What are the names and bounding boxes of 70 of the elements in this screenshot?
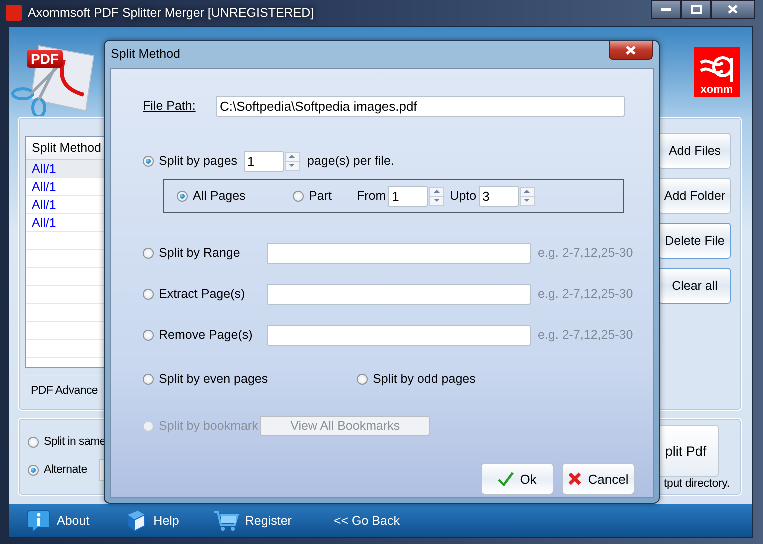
output-note: tput directory. <box>664 478 731 490</box>
field-label: File Path: <box>143 99 197 113</box>
action-button[interactable]: Add Files <box>659 133 731 169</box>
upto-field[interactable]: 3 <box>478 186 519 206</box>
table-cell[interactable]: All/1 <box>26 198 92 212</box>
cross-icon <box>568 472 582 486</box>
page-range-field[interactable] <box>267 284 531 304</box>
radio-label: All Pages <box>193 189 247 203</box>
footer-button[interactable]: Help <box>124 508 180 532</box>
radio-label: Split by odd pages <box>373 372 476 386</box>
radio-button[interactable] <box>143 374 154 384</box>
cart-icon <box>213 508 240 532</box>
footer-button[interactable]: About <box>27 508 90 532</box>
close-icon <box>625 46 637 54</box>
footer-button[interactable]: Register <box>213 508 292 532</box>
radio-label: Part <box>309 189 333 203</box>
radio-label: Split by even pages <box>159 372 270 386</box>
spin-buttons[interactable] <box>520 186 535 206</box>
radio-button[interactable] <box>28 436 39 448</box>
brand-logo: xomm <box>694 47 740 97</box>
action-button[interactable]: Delete File <box>659 223 731 259</box>
app-icon <box>6 5 22 21</box>
action-button[interactable]: Add Folder <box>659 178 731 214</box>
table-cell[interactable]: All/1 <box>26 162 92 176</box>
suffix-label: page(s) per file. <box>308 154 394 168</box>
ok-button[interactable]: Ok <box>481 463 554 495</box>
upto-label: Upto <box>450 189 477 203</box>
maximize-icon <box>690 5 702 14</box>
radio-label: Split by pages <box>159 154 238 168</box>
radio-button[interactable] <box>293 190 304 202</box>
page-range-field[interactable] <box>267 242 531 264</box>
radio-button[interactable] <box>177 190 188 202</box>
back-link[interactable]: << Go Back <box>334 514 400 528</box>
radio-button[interactable] <box>143 330 154 340</box>
example-hint: e.g. 2-7,12,25-30 <box>538 246 634 260</box>
radio-button[interactable] <box>357 374 368 384</box>
window-title: Axommsoft PDF Splitter Merger [UNREGISTERED] <box>28 6 316 20</box>
table-cell[interactable]: All/1 <box>26 180 92 194</box>
radio-button[interactable] <box>143 156 154 166</box>
radio-button[interactable] <box>143 288 154 300</box>
minimize-button[interactable] <box>651 0 681 19</box>
radio-button[interactable] <box>143 248 154 258</box>
spin-buttons[interactable] <box>284 152 300 170</box>
page-range-field[interactable] <box>267 324 531 346</box>
table-cell[interactable]: All/1 <box>26 216 92 230</box>
action-button[interactable]: Clear all <box>659 268 731 304</box>
example-hint: e.g. 2-7,12,25-30 <box>538 328 634 342</box>
radio-label: Remove Page(s) <box>159 328 254 342</box>
pdf-label: PDF <box>27 50 63 68</box>
spin-buttons[interactable] <box>429 186 444 206</box>
close-icon <box>728 5 738 14</box>
radio-label: Split by Range <box>159 246 242 260</box>
radio-label: Alternate <box>44 464 88 476</box>
pages-field[interactable]: 1 <box>244 150 284 172</box>
example-hint: e.g. 2-7,12,25-30 <box>538 287 634 301</box>
close-button[interactable] <box>609 41 653 60</box>
dialog-title: Split Method <box>111 47 182 61</box>
radio-label: Split by bookmark <box>159 419 258 433</box>
file-path-field[interactable]: C:\Softpedia\Softpedia images.pdf <box>216 96 625 116</box>
cancel-button[interactable]: Cancel <box>562 463 635 495</box>
from-label: From <box>357 189 386 203</box>
info-icon <box>27 508 51 532</box>
close-button[interactable] <box>711 0 755 19</box>
radio-label: Extract Page(s) <box>159 287 246 301</box>
checkmark-icon <box>498 472 514 486</box>
minimize-icon <box>661 8 671 12</box>
maximize-button[interactable] <box>681 0 711 19</box>
section-label: PDF Advance <box>31 385 98 397</box>
from-field[interactable]: 1 <box>388 186 428 206</box>
radio-button[interactable] <box>28 464 39 476</box>
